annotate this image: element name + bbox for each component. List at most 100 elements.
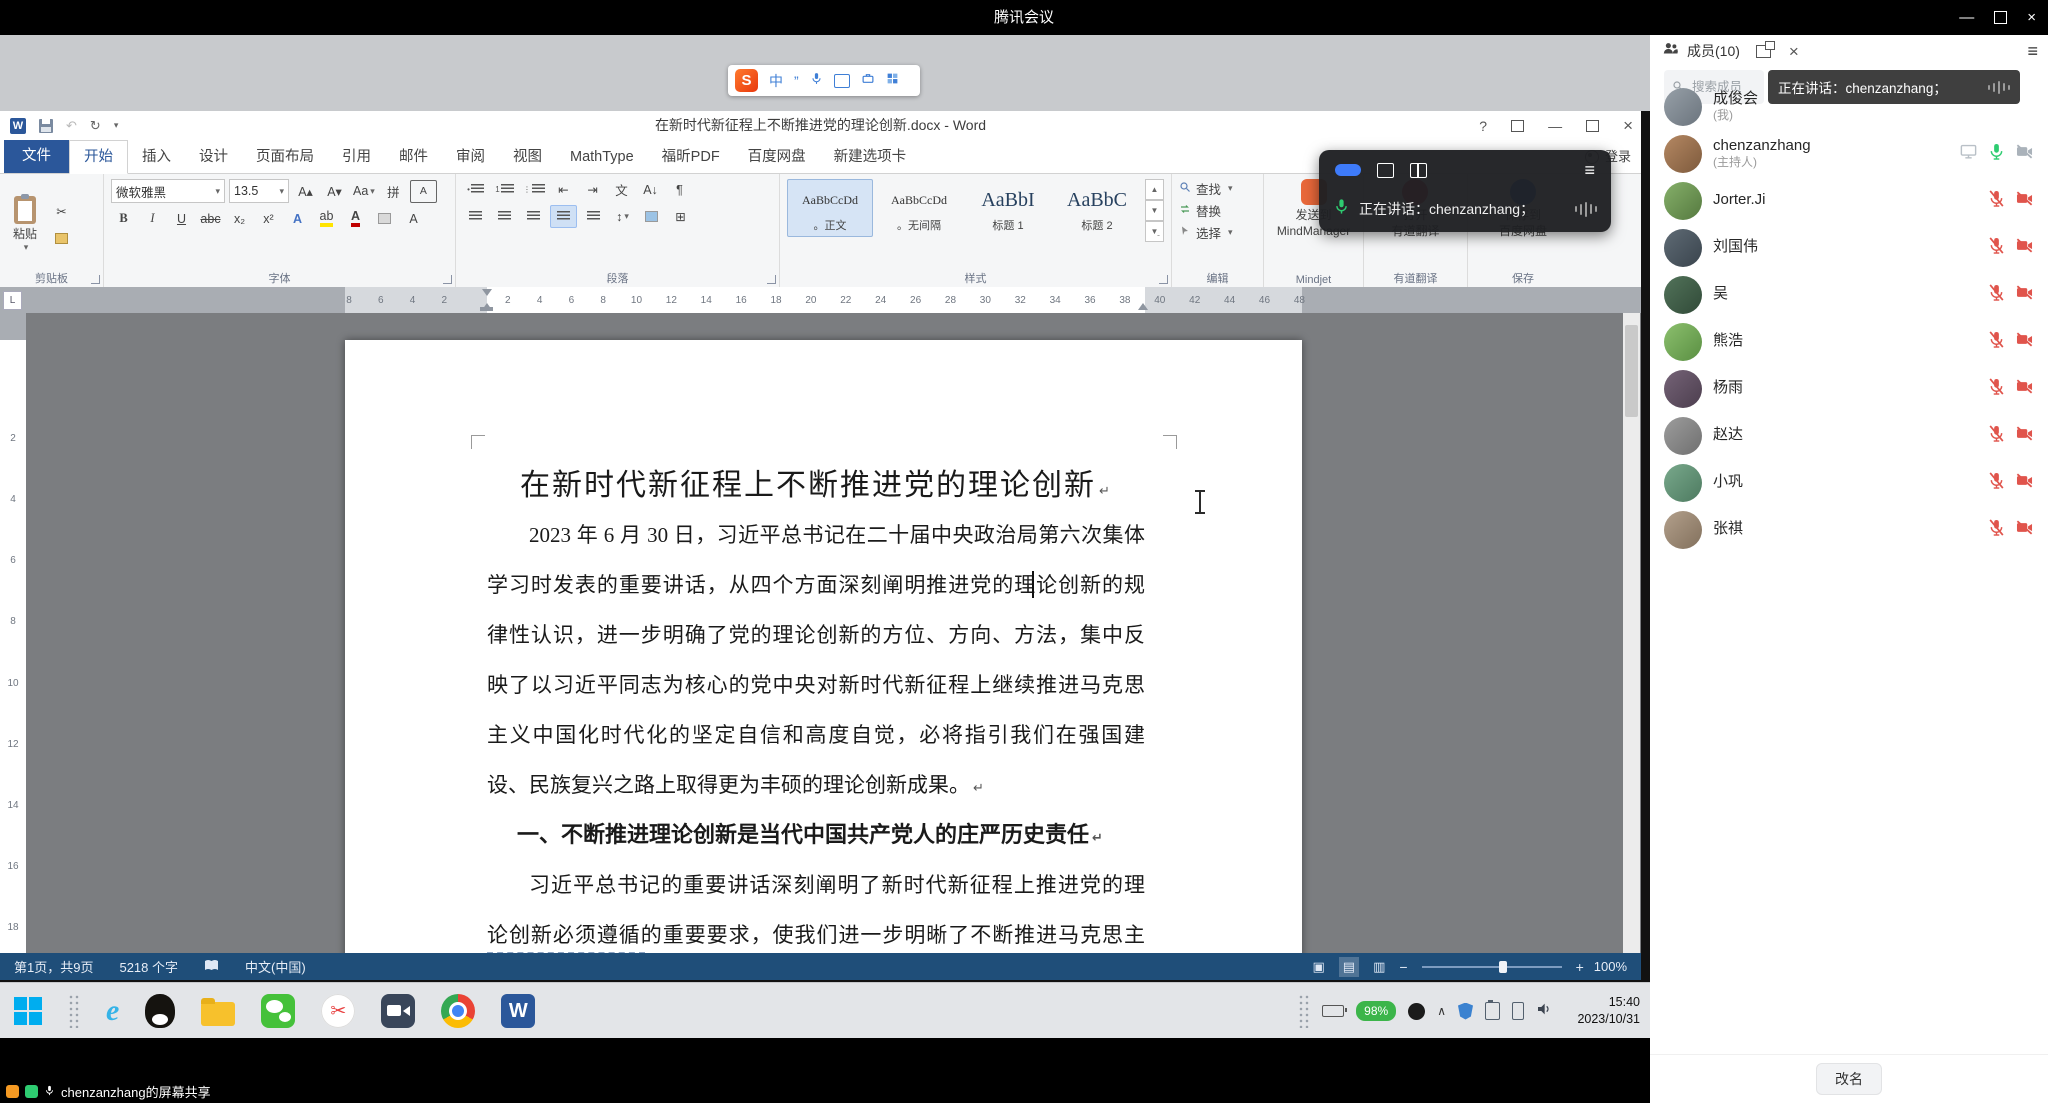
file-explorer-icon[interactable] <box>201 1002 235 1026</box>
tab-开始[interactable]: 开始 <box>69 140 128 174</box>
shading-icon[interactable] <box>639 206 664 227</box>
vertical-ruler[interactable]: 24681012141618 <box>0 313 26 953</box>
char-shading-button[interactable] <box>372 208 397 229</box>
right-indent-marker[interactable] <box>1138 298 1148 310</box>
internet-explorer-icon[interactable]: e <box>106 996 119 1026</box>
scroll-down-icon[interactable]: ▼ <box>1145 200 1164 221</box>
zoom-out-icon[interactable]: − <box>1399 959 1407 975</box>
meeting-app-icon[interactable] <box>381 994 415 1028</box>
keyboard-icon[interactable] <box>834 74 850 88</box>
tab-审阅[interactable]: 审阅 <box>442 141 499 173</box>
scroll-up-icon[interactable]: ▲ <box>1145 179 1164 200</box>
document-page[interactable]: 在新时代新征程上不断推进党的理论创新↵ 2023 年 6 月 30 日，习近平总… <box>345 340 1302 953</box>
zoom-slider[interactable] <box>1422 966 1562 968</box>
split-view-icon[interactable] <box>1410 163 1427 178</box>
dialog-launcher-icon[interactable] <box>767 275 776 284</box>
maximize-icon[interactable] <box>1994 11 2007 24</box>
style-item[interactable]: AaBbC标题 2 <box>1054 179 1140 237</box>
phonetic-guide-button[interactable]: 拼 <box>381 181 406 202</box>
tab-页面布局[interactable]: 页面布局 <box>242 141 328 173</box>
multilevel-list-icon[interactable]: ⋮ <box>521 179 547 200</box>
character-border-button[interactable]: A <box>410 180 437 203</box>
strikethrough-button[interactable]: abc <box>198 208 223 229</box>
scrollbar-thumb[interactable] <box>1625 325 1638 417</box>
proofing-icon[interactable] <box>204 959 219 975</box>
highlight-button[interactable]: ab <box>314 208 339 229</box>
cut-icon[interactable]: ✂ <box>49 201 74 222</box>
member-row[interactable]: 成俊会(我) <box>1650 83 2048 130</box>
tray-grid-icon[interactable] <box>1298 994 1310 1028</box>
clock[interactable]: 15:40 2023/10/31 <box>1564 994 1640 1028</box>
word-count[interactable]: 5218 个字 <box>119 957 178 976</box>
subscript-button[interactable]: x₂ <box>227 208 252 229</box>
member-row[interactable]: chenzanzhang(主持人) <box>1650 130 2048 177</box>
ribbon-display-icon[interactable] <box>1511 120 1524 132</box>
print-layout-icon[interactable]: ▤ <box>1339 957 1359 977</box>
vertical-scrollbar[interactable] <box>1623 313 1640 953</box>
language-indicator[interactable]: 中文(中国) <box>245 957 306 976</box>
align-left-icon[interactable] <box>463 206 488 227</box>
document-area[interactable]: 1 24681012141618 在新时代新征程上不断推进党的理论创新↵ 202… <box>0 313 1641 953</box>
tab-引用[interactable]: 引用 <box>328 141 385 173</box>
dialog-launcher-icon[interactable] <box>91 275 100 284</box>
close-icon[interactable]: × <box>2027 10 2036 25</box>
member-row[interactable]: 张祺 <box>1650 506 2048 553</box>
toolbox-icon[interactable] <box>861 72 875 90</box>
help-icon[interactable]: ? <box>1479 119 1487 133</box>
editing-替换[interactable]: 替换 <box>1179 201 1256 220</box>
editing-查找[interactable]: 查找▾ <box>1179 179 1256 198</box>
security-shield-icon[interactable] <box>1458 1003 1473 1020</box>
tab-邮件[interactable]: 邮件 <box>385 141 442 173</box>
tab-视图[interactable]: 视图 <box>499 141 556 173</box>
tab-新建选项卡[interactable]: 新建选项卡 <box>820 141 921 173</box>
sogou-logo-icon[interactable]: S <box>735 69 758 92</box>
chrome-icon[interactable] <box>441 994 475 1028</box>
align-center-icon[interactable] <box>492 206 517 227</box>
outdent-icon[interactable]: ⇤ <box>551 179 576 200</box>
member-row[interactable]: Jorter.Ji <box>1650 177 2048 224</box>
tab-文件[interactable]: 文件 <box>4 140 69 173</box>
minimize-icon[interactable]: — <box>1959 10 1974 25</box>
qq-icon[interactable] <box>145 994 175 1028</box>
dialog-launcher-icon[interactable] <box>443 275 452 284</box>
gallery-more-icon[interactable]: ▼̱ <box>1145 221 1164 242</box>
zoom-level[interactable]: 100% <box>1594 959 1627 974</box>
member-row[interactable]: 吴 <box>1650 271 2048 318</box>
grow-font-button[interactable]: A▴ <box>293 181 318 202</box>
panel-hamburger-icon[interactable]: ≡ <box>2027 35 2038 67</box>
window-layout-icon[interactable] <box>1377 163 1394 178</box>
clipboard-tray-icon[interactable] <box>1485 1002 1500 1020</box>
superscript-button[interactable]: x² <box>256 208 281 229</box>
night-mode-icon[interactable] <box>1408 1003 1425 1020</box>
language-toggle-icon[interactable]: 中 <box>769 74 783 88</box>
word-close-icon[interactable]: × <box>1623 117 1633 134</box>
cjk-layout-icon[interactable]: 文 <box>609 179 634 200</box>
number-list-icon[interactable]: 1 <box>492 179 517 200</box>
tab-设计[interactable]: 设计 <box>185 141 242 173</box>
meeting-minibar-icon[interactable] <box>1335 164 1361 176</box>
style-item[interactable]: AaBbCcDd。正文 <box>787 179 873 237</box>
italic-button[interactable]: I <box>140 208 165 229</box>
horizontal-ruler[interactable]: 8642246810121416182022242628303234363840… <box>0 287 1641 313</box>
pilcrow-icon[interactable]: ¶ <box>667 179 692 200</box>
text-effects-button[interactable]: A <box>285 208 310 229</box>
member-row[interactable]: 小巩 <box>1650 459 2048 506</box>
skin-grid-icon[interactable] <box>886 72 899 90</box>
format-painter-icon[interactable] <box>49 228 74 249</box>
punctuation-icon[interactable]: ” <box>794 74 799 88</box>
style-item[interactable]: AaBbCcDd。无间隔 <box>876 179 962 237</box>
editing-选择[interactable]: 选择▾ <box>1179 223 1256 242</box>
member-row[interactable]: 杨雨 <box>1650 365 2048 412</box>
borders-icon[interactable]: ⊞ <box>668 206 693 227</box>
member-row[interactable]: 熊浩 <box>1650 318 2048 365</box>
zoom-in-icon[interactable]: + <box>1576 959 1584 975</box>
sort-icon[interactable]: A↓ <box>638 179 663 200</box>
bold-button[interactable]: B <box>111 208 136 229</box>
mic-icon[interactable] <box>810 71 823 91</box>
word-restore-icon[interactable] <box>1586 120 1599 132</box>
enclose-characters-button[interactable]: A <box>401 208 426 229</box>
pinned-apps-grid-icon[interactable] <box>68 994 80 1028</box>
tray-expand-icon[interactable]: ∧ <box>1437 1004 1446 1018</box>
indent-icon[interactable]: ⇥ <box>580 179 605 200</box>
member-row[interactable]: 赵达 <box>1650 412 2048 459</box>
